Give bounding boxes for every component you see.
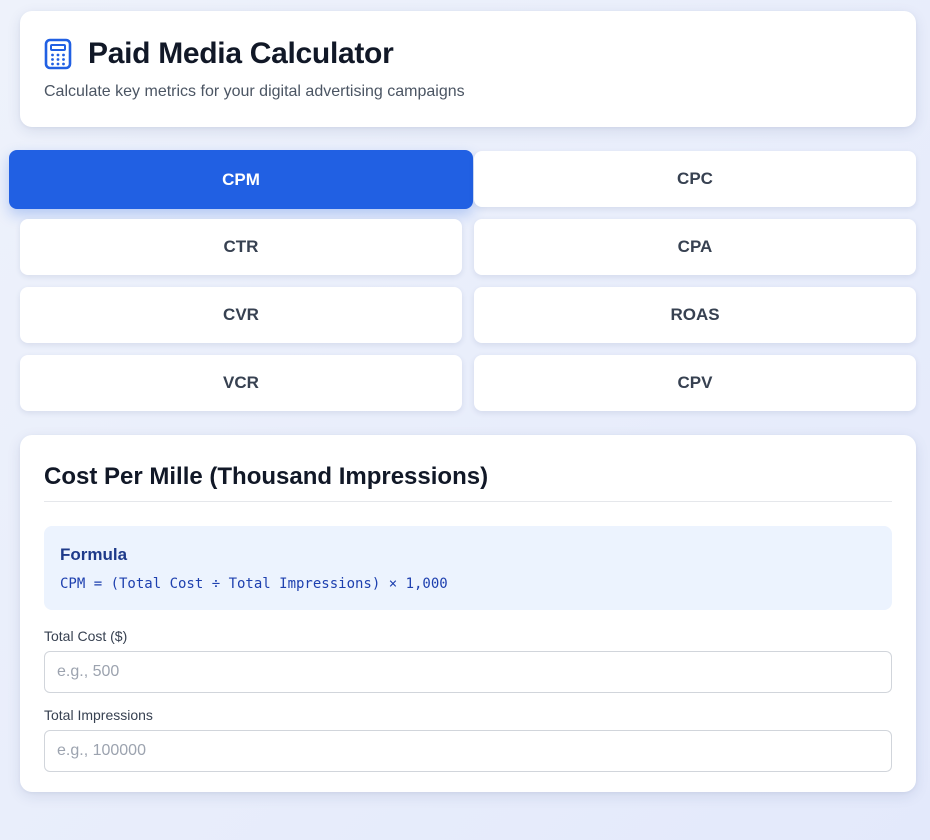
tab-cpc[interactable]: CPC <box>474 151 916 207</box>
formula-label: Formula <box>60 545 128 564</box>
page-subtitle: Calculate key metrics for your digital a… <box>44 83 465 100</box>
calculator-card: Cost Per Mille (Thousand Impressions) Fo… <box>20 435 916 792</box>
tab-cpa[interactable]: CPA <box>474 219 916 275</box>
tab-roas[interactable]: ROAS <box>474 287 916 343</box>
calculator-title: Cost Per Mille (Thousand Impressions) <box>44 463 892 502</box>
total-impressions-label: Total Impressions <box>44 707 153 723</box>
header-card: Paid Media Calculator Calculate key metr… <box>20 11 916 127</box>
tab-cpm[interactable]: CPM <box>9 150 473 209</box>
tab-ctr[interactable]: CTR <box>20 219 462 275</box>
tab-cvr[interactable]: CVR <box>20 287 462 343</box>
tab-cpv[interactable]: CPV <box>474 355 916 411</box>
total-cost-input[interactable] <box>44 651 892 693</box>
formula-text: CPM = (Total Cost ÷ Total Impressions) ×… <box>60 576 448 592</box>
total-impressions-input[interactable] <box>44 730 892 772</box>
tab-vcr[interactable]: VCR <box>20 355 462 411</box>
calculator-icon <box>44 37 74 71</box>
title-row: Paid Media Calculator <box>44 37 892 71</box>
app-root: Paid Media Calculator Calculate key metr… <box>0 0 930 840</box>
formula-box: Formula CPM = (Total Cost ÷ Total Impres… <box>44 526 892 610</box>
page-title: Paid Media Calculator <box>88 37 394 70</box>
total-cost-label: Total Cost ($) <box>44 628 128 644</box>
